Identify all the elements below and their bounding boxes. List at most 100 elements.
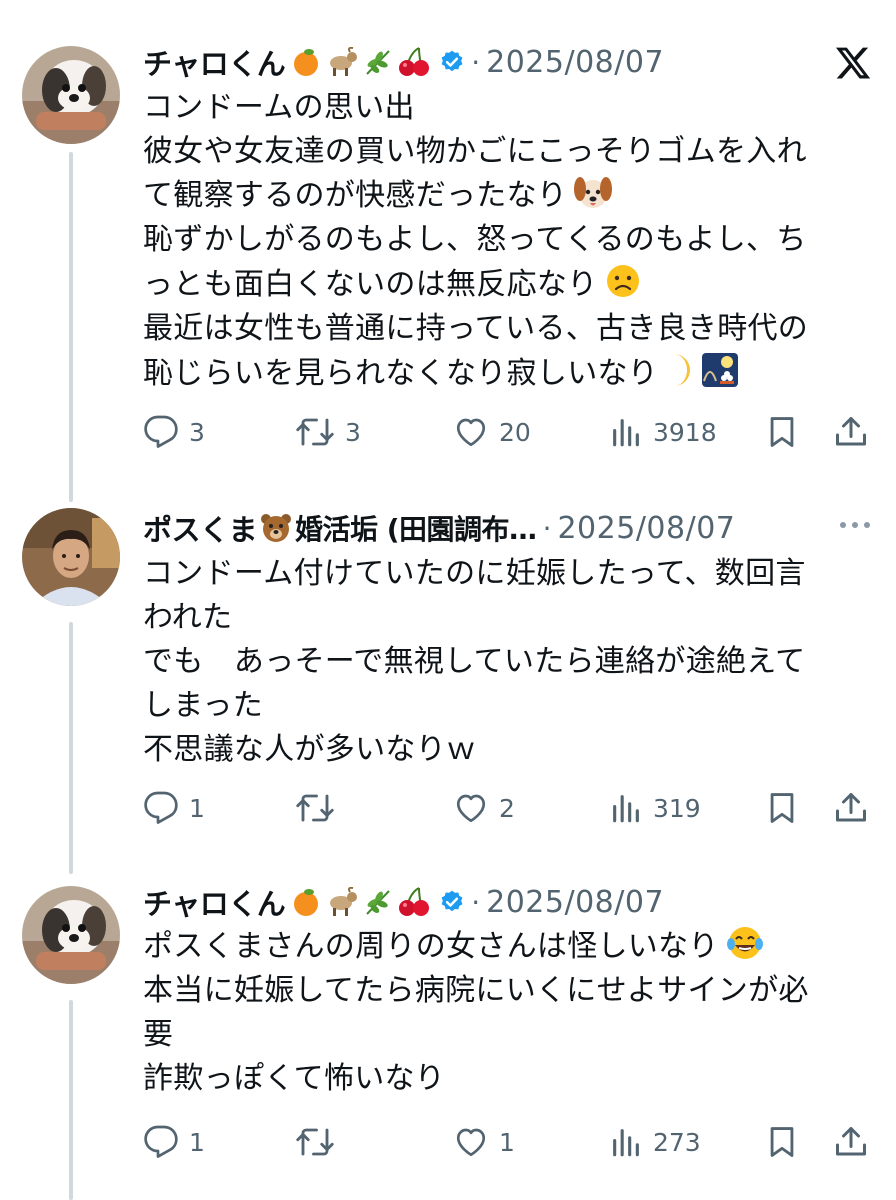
share-button[interactable] <box>833 410 869 454</box>
view-count: 3918 <box>653 417 717 447</box>
heart-icon <box>456 794 486 823</box>
like-button[interactable]: 1 <box>453 1120 515 1164</box>
post-date[interactable]: 2025/08/07 <box>557 511 735 546</box>
like-button[interactable]: 20 <box>453 410 531 454</box>
reply-icon <box>144 1125 178 1158</box>
separator-dot: · <box>471 45 481 79</box>
slightly-frowning-face-emoji <box>606 265 639 297</box>
cherries-emoji <box>399 47 430 76</box>
tweet-text: ポスくまさんの周りの女さんは怪しいなり 本当に妊娠してたら病院にいくにせよサイン… <box>143 924 862 1101</box>
bookmark-icon <box>770 793 794 823</box>
heart-icon <box>456 418 486 447</box>
herb-emoji <box>366 50 390 75</box>
name-emojis <box>291 46 431 78</box>
repost-button[interactable] <box>295 786 335 830</box>
text-line: コンドーム付けていたのに妊娠したって、数回言 <box>143 556 806 591</box>
text-line-with-emoji: て観察するのが快感だったなり <box>143 174 862 218</box>
bookmark-icon <box>770 417 794 447</box>
avatar[interactable] <box>22 886 120 984</box>
analytics-icon <box>613 1129 639 1157</box>
reply-count: 1 <box>189 1127 205 1157</box>
text-line: ポスくまさんの周りの女さんは怪しいなり <box>143 929 719 964</box>
avatar[interactable] <box>22 508 120 606</box>
more-icon[interactable] <box>840 522 870 528</box>
share-button[interactable] <box>833 1120 869 1164</box>
share-icon <box>836 417 866 446</box>
repost-button[interactable]: 3 <box>295 410 361 454</box>
text-line: 要 <box>143 1017 174 1052</box>
post-date[interactable]: 2025/08/07 <box>486 45 664 80</box>
reply-button[interactable]: 1 <box>143 1120 205 1164</box>
verified-badge-icon <box>439 49 465 75</box>
text-line-with-emoji: っとも面白くないのは無反応なり <box>143 262 862 307</box>
author-name-suffix[interactable]: 婚活垢 (田園調布… <box>295 508 537 548</box>
text-line-with-emoji: ポスくまさんの周りの女さんは怪しいなり <box>143 924 862 969</box>
crescent-moon-emoji <box>674 354 691 386</box>
herb-emoji <box>366 890 390 915</box>
tweet-text: コンドーム付けていたのに妊娠したって、数回言 われた でも あっそーで無視してい… <box>143 552 862 772</box>
separator-dot: · <box>471 885 481 919</box>
text-line: 詐欺っぽくて怖いなり <box>143 1061 446 1096</box>
post-date[interactable]: 2025/08/07 <box>486 885 664 920</box>
name-emojis <box>291 886 431 918</box>
bookmark-button[interactable] <box>765 1120 799 1164</box>
cherries-emoji <box>399 887 430 916</box>
share-icon <box>836 793 866 822</box>
x-logo-icon <box>834 44 872 86</box>
text-line: しまった <box>143 688 263 723</box>
analytics-icon <box>613 419 639 447</box>
like-button[interactable]: 2 <box>453 786 515 830</box>
repost-icon <box>296 418 334 446</box>
views-button[interactable]: 3918 <box>609 410 717 454</box>
analytics-icon <box>613 795 639 823</box>
tweet-text: コンドームの思い出 彼女や女友達の買い物かごにこっそりゴムを入れ て観察するのが… <box>143 86 862 396</box>
repost-count: 3 <box>345 417 361 447</box>
author-name[interactable]: チャロくん <box>143 881 286 923</box>
text-line: 恥じらいを見られなくなり寂しいなり <box>143 356 659 391</box>
text-line: 最近は女性も普通に持っている、古き良き時代の <box>143 311 809 346</box>
orange-emoji <box>294 889 319 916</box>
share-icon <box>836 1127 866 1156</box>
moon-viewing-ceremony-emoji <box>702 353 739 387</box>
heart-icon <box>456 1128 486 1157</box>
tears-of-joy-emoji <box>726 927 763 959</box>
text-line: コンドームの思い出 <box>143 90 415 125</box>
bookmark-button[interactable] <box>765 410 799 454</box>
bookmark-button[interactable] <box>765 786 799 830</box>
like-count: 1 <box>499 1127 515 1157</box>
reply-icon <box>144 791 178 824</box>
reply-icon <box>144 415 178 448</box>
reply-button[interactable]: 3 <box>143 410 205 454</box>
bookmark-icon <box>770 1127 794 1157</box>
repost-button[interactable] <box>295 1120 335 1164</box>
repost-icon <box>296 1128 334 1156</box>
text-line-with-emoji: 恥じらいを見られなくなり寂しいなり <box>143 351 862 396</box>
separator-dot: · <box>542 511 552 545</box>
text-line: われた <box>143 600 233 635</box>
verified-badge-icon <box>439 889 465 915</box>
reply-button[interactable]: 1 <box>143 786 205 830</box>
view-count: 273 <box>653 1127 701 1157</box>
views-button[interactable]: 273 <box>609 1120 701 1164</box>
text-line: 彼女や女友達の買い物かごにこっそりゴムを入れ <box>143 134 807 169</box>
thread-connector <box>69 622 73 874</box>
like-count: 20 <box>499 417 531 447</box>
goat-emoji <box>330 887 358 916</box>
author-name[interactable]: チャロくん <box>143 41 286 83</box>
views-button[interactable]: 319 <box>609 786 701 830</box>
author-name[interactable]: ポスくま <box>143 507 258 549</box>
text-line: 本当に妊娠してたら病院にいくにせよサインが必 <box>143 973 809 1008</box>
goat-emoji <box>330 47 358 76</box>
text-line: 不思議な人が多いなりｗ <box>143 732 477 767</box>
dog-face-emoji <box>574 177 613 208</box>
text-line: 恥ずかしがるのもよし、怒ってくるのもよし、ち <box>143 222 807 257</box>
avatar[interactable] <box>22 46 120 144</box>
like-count: 2 <box>499 793 515 823</box>
orange-emoji <box>294 49 319 76</box>
share-button[interactable] <box>833 786 869 830</box>
thread-connector <box>69 152 73 502</box>
repost-icon <box>296 794 334 822</box>
bear-emoji <box>261 514 292 542</box>
reply-count: 3 <box>189 417 205 447</box>
reply-count: 1 <box>189 793 205 823</box>
